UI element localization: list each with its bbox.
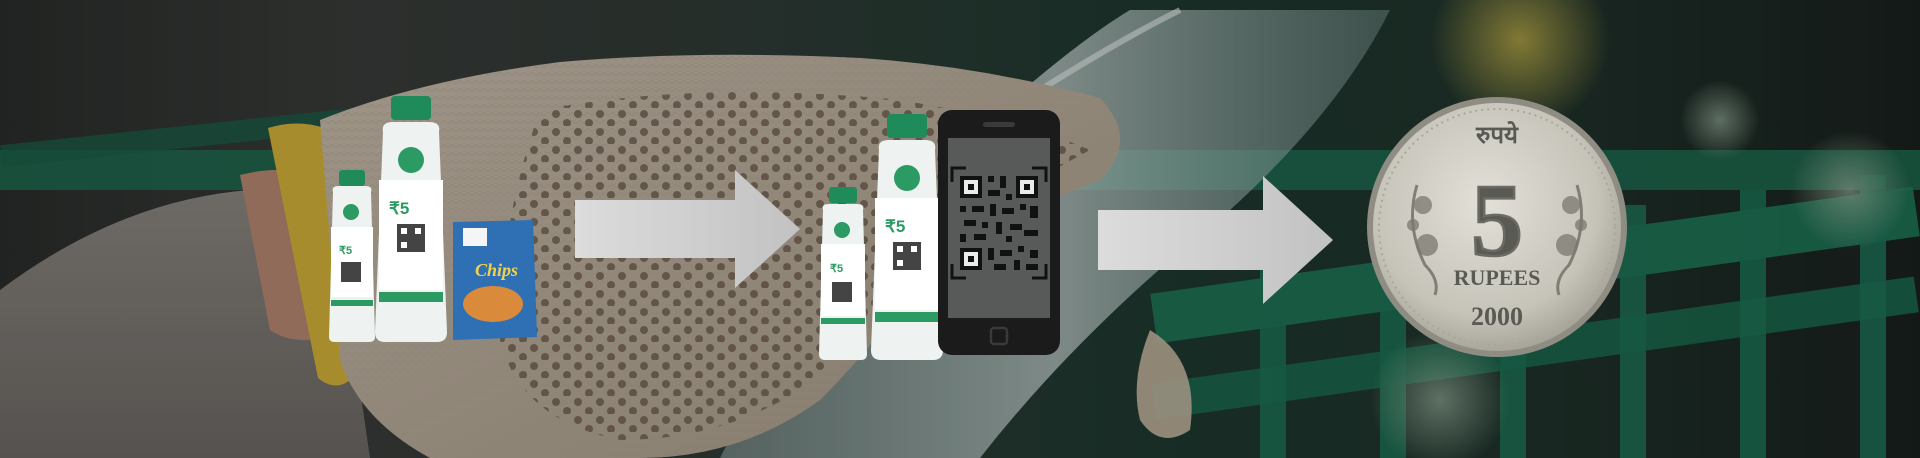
arrow-right-icon [1098,176,1333,304]
svg-text:5: 5 [1471,163,1523,278]
small-bottle-icon: ₹5 [329,170,375,342]
large-bottle-icon: ₹5 [375,96,447,342]
small-bottle-icon: ₹5 [819,187,867,360]
bottles-and-chips-illustration: ₹5 ₹5 Chips [329,96,537,342]
svg-text:2000: 2000 [1471,302,1523,331]
five-rupee-coin-icon: रुपये 5 RUPEES 2000 [1367,97,1627,357]
bottles-illustration-step2: ₹5 ₹5 [819,114,943,360]
svg-text:₹5: ₹5 [389,199,409,218]
svg-text:₹5: ₹5 [885,217,905,236]
svg-text:₹5: ₹5 [339,245,352,257]
recycle-reward-banner: ₹5 ₹5 Chips ₹5 ₹5 रुपये 5 RUPEES 2000 [0,0,1920,458]
chips-packet-icon: Chips [453,220,537,340]
arrow-right-icon [575,170,800,288]
smartphone-icon [938,110,1060,355]
svg-text:रुपये: रुपये [1475,121,1519,149]
svg-text:RUPEES: RUPEES [1454,265,1541,290]
svg-text:Chips: Chips [475,260,518,280]
svg-text:₹5: ₹5 [830,263,843,275]
large-bottle-icon: ₹5 [871,114,943,360]
